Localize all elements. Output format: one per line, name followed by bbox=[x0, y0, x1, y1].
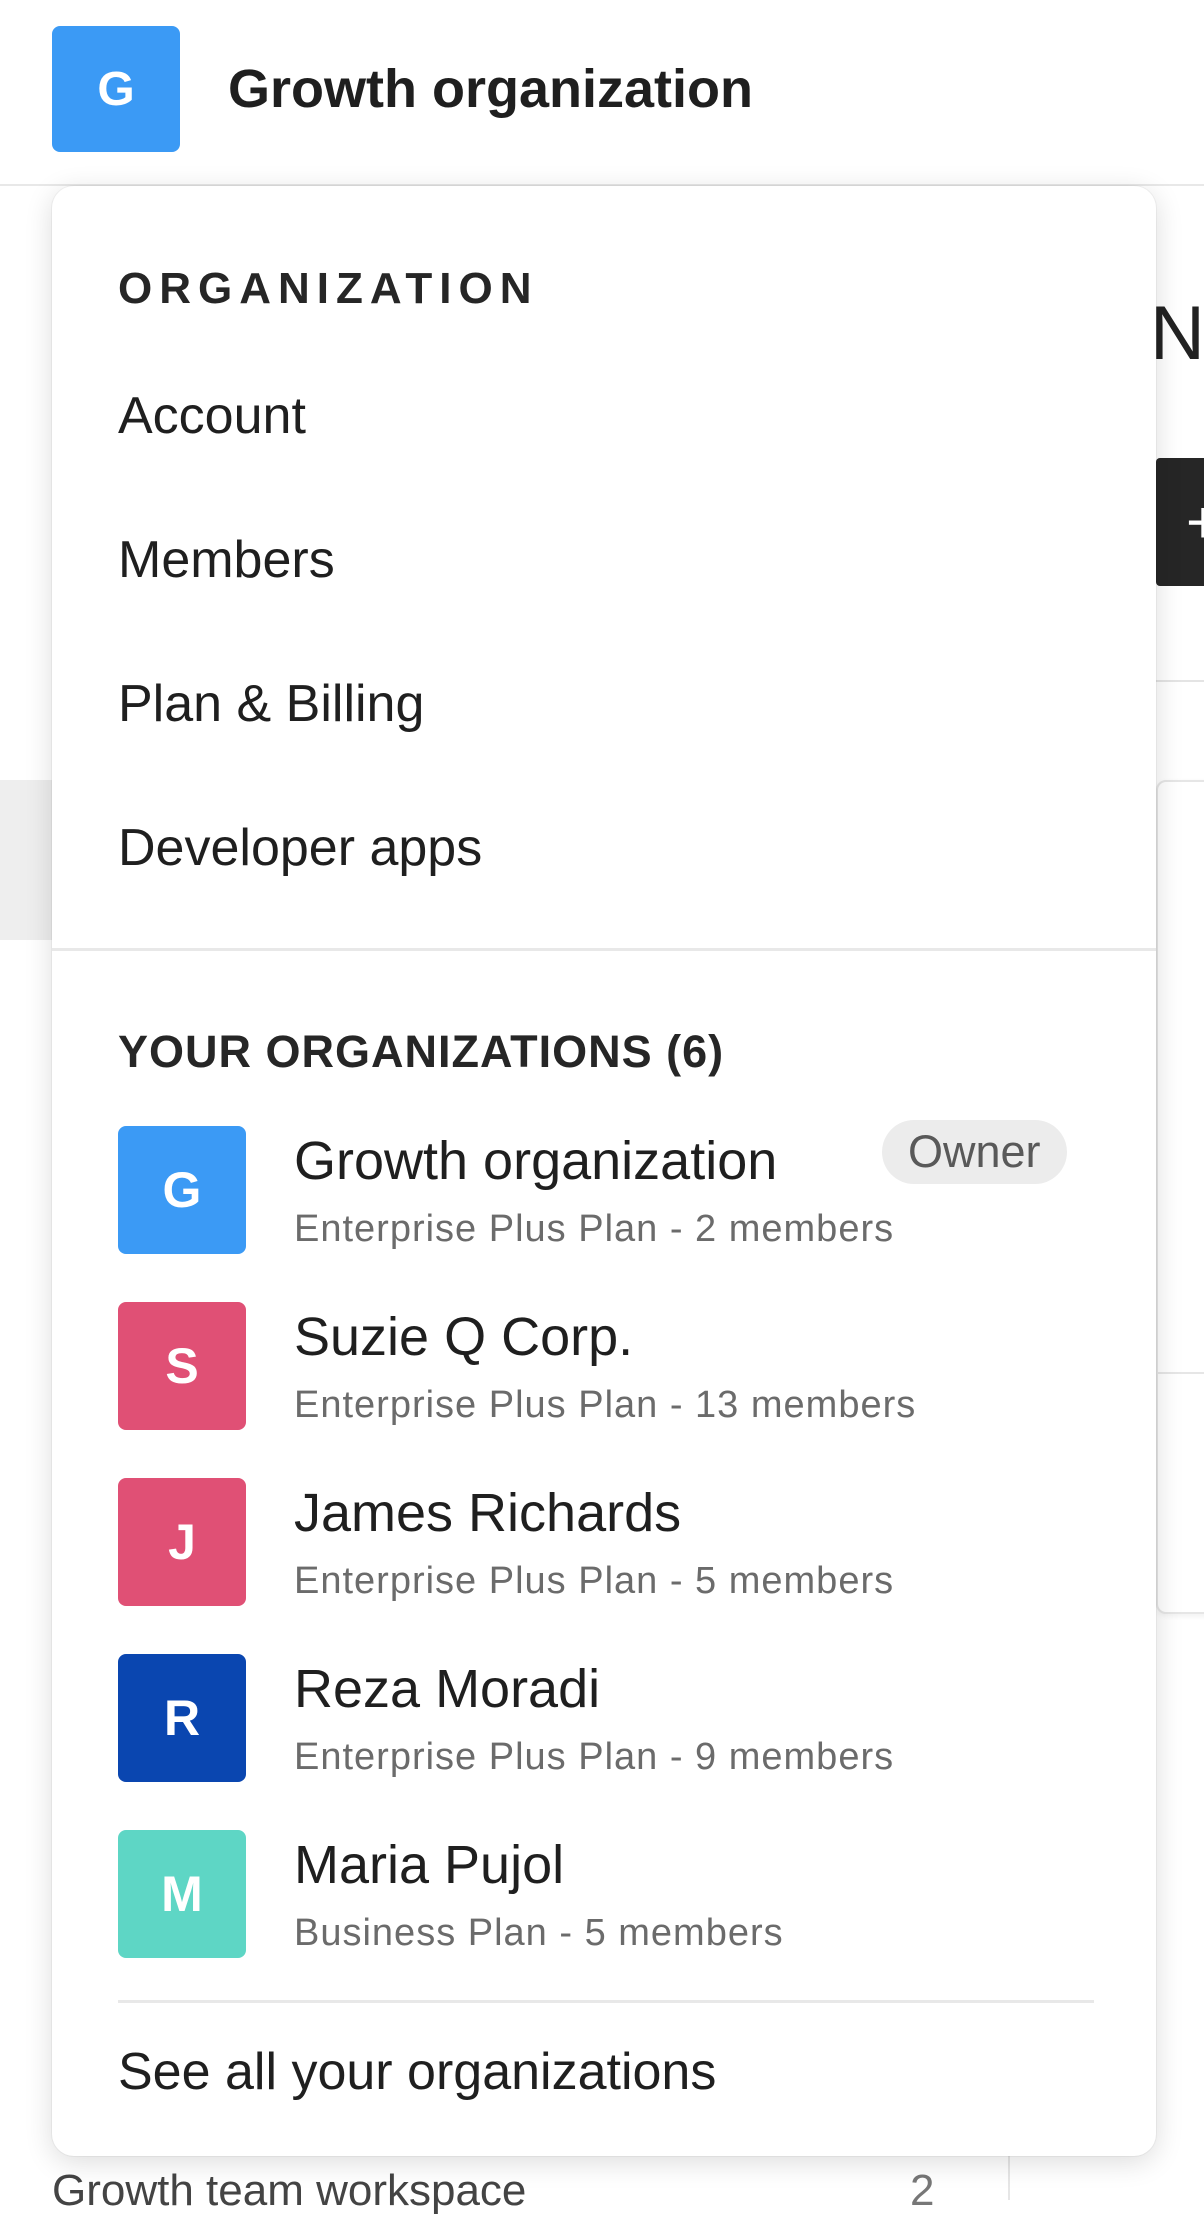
org-item-maria-pujol[interactable]: M Maria Pujol Business Plan - 5 members bbox=[118, 1830, 1098, 1960]
menu-item-account[interactable]: Account bbox=[118, 386, 306, 446]
section-title-organization: ORGANIZATION bbox=[118, 264, 539, 313]
org-avatar: R bbox=[118, 1654, 246, 1782]
divider bbox=[1008, 2150, 1010, 2200]
org-name: Maria Pujol bbox=[294, 1835, 565, 1895]
org-switcher-button[interactable]: Growth organization bbox=[228, 58, 753, 120]
org-name: Suzie Q Corp. bbox=[294, 1307, 634, 1367]
org-avatar: J bbox=[118, 1478, 246, 1606]
org-name: Growth organization bbox=[294, 1131, 778, 1191]
card-divider bbox=[1156, 1372, 1204, 1374]
org-item-reza-moradi[interactable]: R Reza Moradi Enterprise Plus Plan - 9 m… bbox=[118, 1654, 1098, 1784]
organization-dropdown: ORGANIZATION Account Members Plan & Bill… bbox=[52, 186, 1156, 2156]
sidebar-highlight bbox=[0, 780, 54, 940]
menu-item-plan-billing[interactable]: Plan & Billing bbox=[118, 674, 424, 734]
create-button[interactable]: + bbox=[1156, 458, 1204, 586]
org-plan-details: Enterprise Plus Plan - 9 members bbox=[294, 1736, 895, 1778]
see-all-organizations-link[interactable]: See all your organizations bbox=[118, 2042, 716, 2102]
org-plan-details: Enterprise Plus Plan - 2 members bbox=[294, 1208, 895, 1250]
divider bbox=[1156, 680, 1204, 682]
org-name: James Richards bbox=[294, 1483, 682, 1543]
top-bar: G Growth organization bbox=[0, 0, 1204, 186]
divider bbox=[52, 948, 1156, 951]
org-plan-details: Enterprise Plus Plan - 5 members bbox=[294, 1560, 895, 1602]
org-item-growth-organization[interactable]: G Growth organization Owner Enterprise P… bbox=[118, 1120, 1098, 1256]
org-plan-details: Business Plan - 5 members bbox=[294, 1912, 784, 1954]
menu-item-members[interactable]: Members bbox=[118, 530, 335, 590]
content-card bbox=[1156, 780, 1204, 1614]
org-plan-details: Enterprise Plus Plan - 13 members bbox=[294, 1384, 917, 1426]
org-avatar[interactable]: G bbox=[52, 26, 180, 152]
menu-item-developer-apps[interactable]: Developer apps bbox=[118, 818, 482, 878]
org-name: Reza Moradi bbox=[294, 1659, 601, 1719]
divider bbox=[118, 2000, 1094, 2003]
org-item-james-richards[interactable]: J James Richards Enterprise Plus Plan - … bbox=[118, 1478, 1098, 1608]
create-button-label: + bbox=[1186, 488, 1204, 556]
org-item-suzie-q-corp[interactable]: S Suzie Q Corp. Enterprise Plus Plan - 1… bbox=[118, 1302, 1098, 1432]
sidebar-item-workspace[interactable]: Growth team workspace bbox=[52, 2166, 526, 2216]
section-title-your-organizations: YOUR ORGANIZATIONS (6) bbox=[118, 1026, 725, 1077]
org-avatar: M bbox=[118, 1830, 246, 1958]
org-avatar: G bbox=[118, 1126, 246, 1254]
owner-badge: Owner bbox=[882, 1120, 1067, 1184]
org-avatar: S bbox=[118, 1302, 246, 1430]
workspace-count: 2 bbox=[910, 2166, 935, 2215]
page-heading: Ne bbox=[1150, 291, 1204, 376]
